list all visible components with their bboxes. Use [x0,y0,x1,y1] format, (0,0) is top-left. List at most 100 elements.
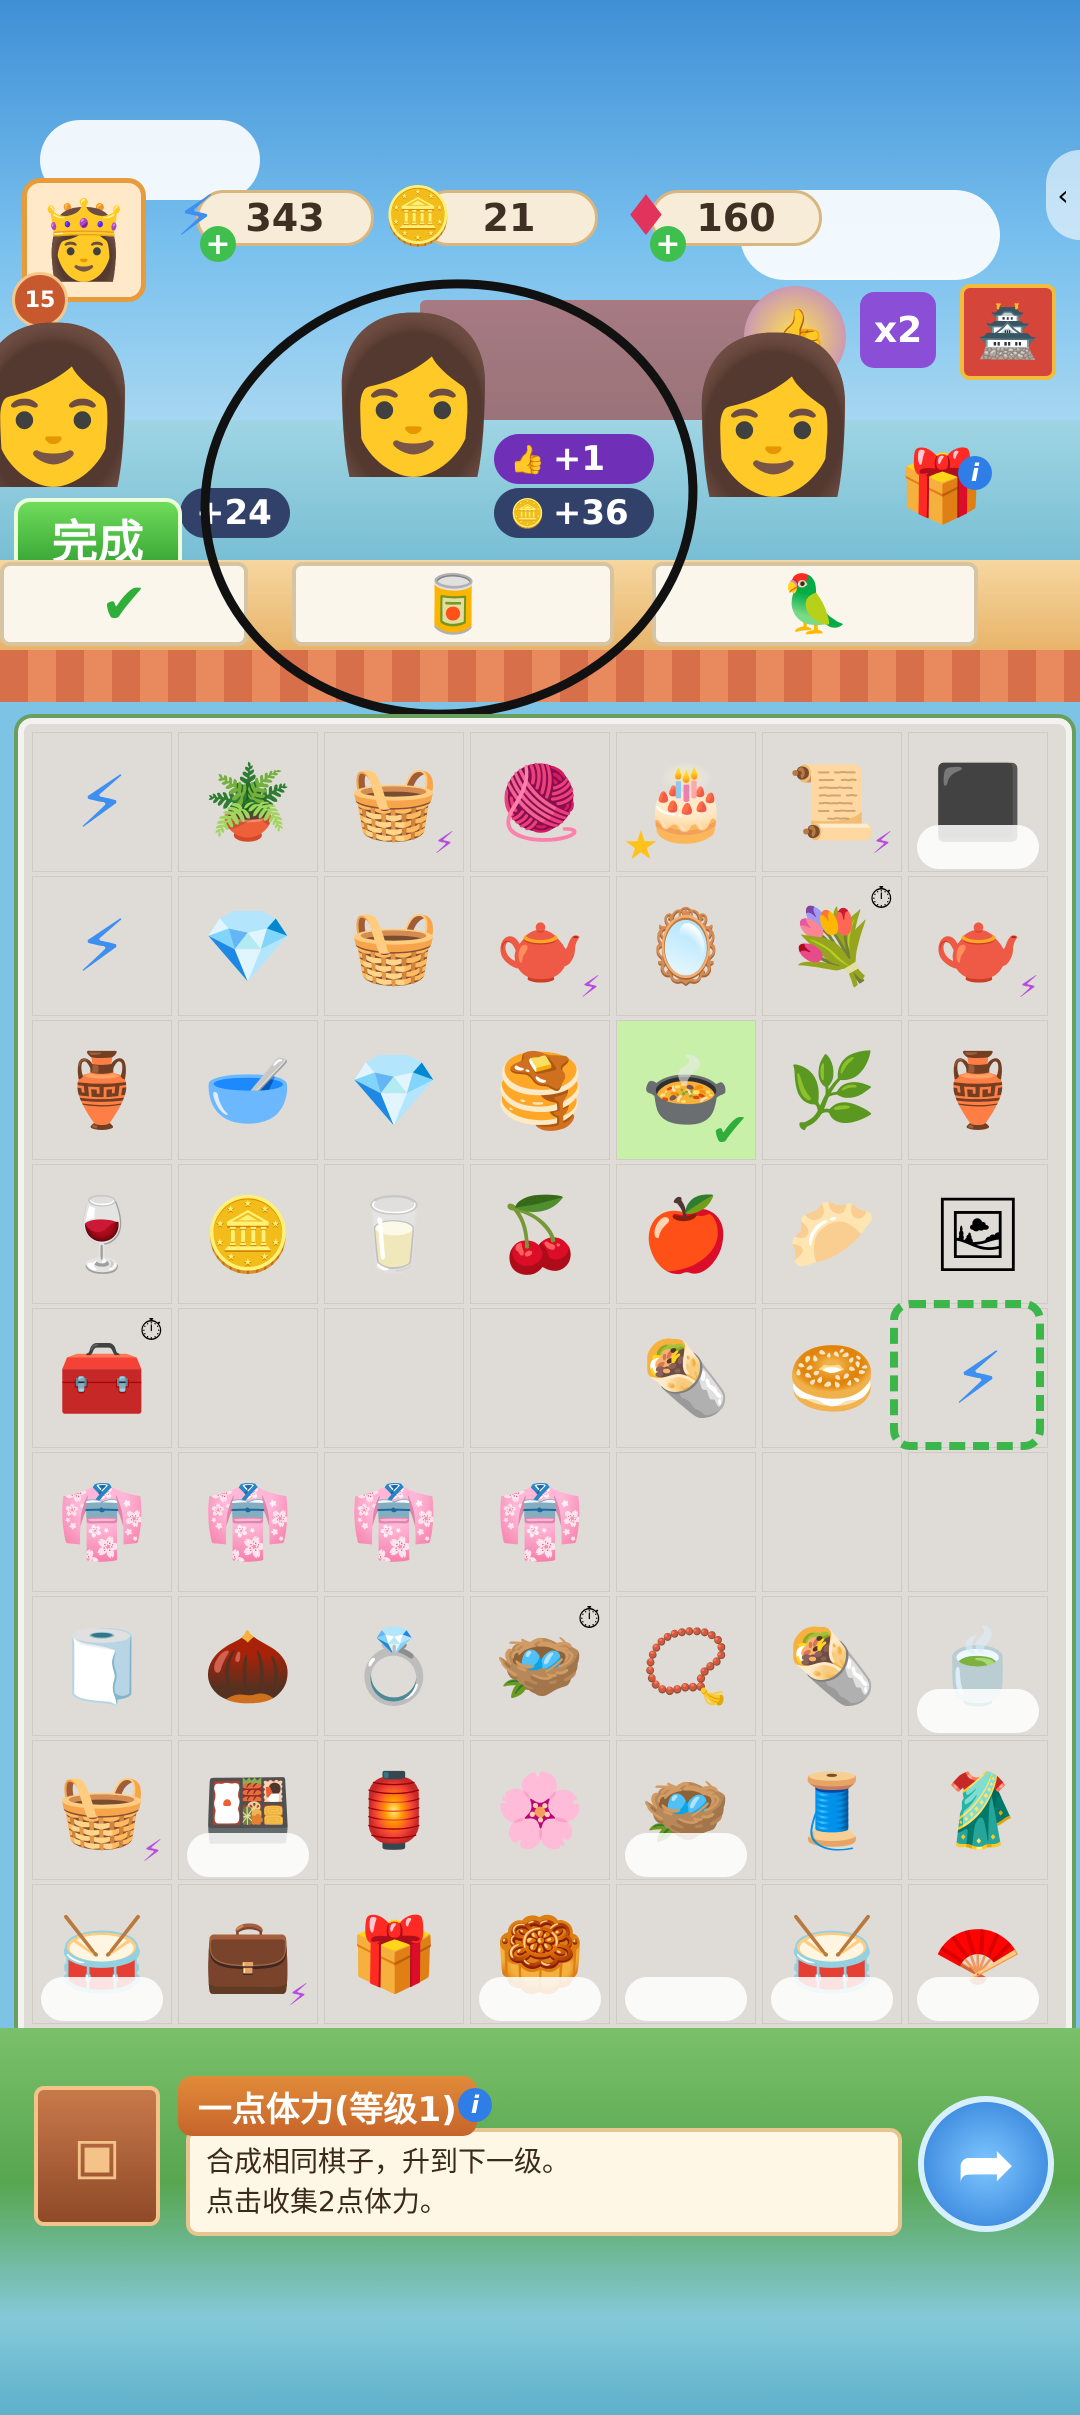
folded-cloth-icon: 🧻 [57,1623,147,1708]
tea-set-icon: 🫖 [495,903,585,988]
palace-shop-icon[interactable]: 🏯 [960,284,1056,380]
robe-green-icon: 👘 [349,1479,439,1564]
board-cell[interactable]: 🌿 [762,1020,902,1160]
board-cell[interactable]: 🥁 [762,1884,902,2024]
info-line-1: 合成相同棋子，升到下一级。 [206,2145,571,2178]
board-cell[interactable]: 💐 ⏱ [762,876,902,1016]
board-cell[interactable]: 🪺 ⏱ [470,1596,610,1736]
board-cell[interactable] [908,1452,1048,1592]
board-cell[interactable]: 🧺 ⚡ [324,732,464,872]
left-order-tray[interactable]: ✔ [0,562,248,646]
board-cell[interactable]: 🪞 [616,876,756,1016]
board-cell[interactable]: 🏺 [32,1020,172,1160]
timer-icon: ⏱ [577,1601,601,1636]
board-cell[interactable]: 🥛 [324,1164,464,1304]
board-cell[interactable]: 📿 [616,1596,756,1736]
board-cell[interactable]: 🥯 [762,1308,902,1448]
board-cell[interactable]: 🪙 [178,1164,318,1304]
board-cell[interactable]: 🥮 [470,1884,610,2024]
board-cell[interactable]: 🎂 ★ [616,732,756,872]
board-cell[interactable] [324,1308,464,1448]
share-arrow-button[interactable]: ➦ [918,2096,1054,2232]
board-cell[interactable]: 🍎 [616,1164,756,1304]
board-cell[interactable]: 🧻 [32,1596,172,1736]
thread-spool-icon: 🧶 [495,759,585,844]
board-cell[interactable]: 🪺 [616,1740,756,1880]
board-cell[interactable]: 🌰 [178,1596,318,1736]
pancake-icon: 🥞 [495,1047,585,1132]
board-cell[interactable] [616,1452,756,1592]
board-cell[interactable] [616,1884,756,2024]
board-cell[interactable]: 🏮 [324,1740,464,1880]
board-cell[interactable]: 💎 [324,1020,464,1160]
flower-bowl-icon: 💐 [787,903,877,988]
board-cell[interactable]: 🧰 ⏱ [32,1308,172,1448]
board-cell[interactable]: 👘 [178,1452,318,1592]
board-cell[interactable]: 🪴 [178,732,318,872]
fog-overlay [187,1833,309,1877]
board-cell[interactable]: 💎 [178,876,318,1016]
coin-icon: 🪙 [383,184,453,249]
woven-basket-icon: 🧺 [349,903,439,988]
red-robe-icon: 🥻 [933,1767,1023,1852]
parrot-icon: 🦜 [780,572,850,637]
red-date-icon: 🍒 [495,1191,585,1276]
customer-left: 👩 [0,318,147,492]
board-cell[interactable]: 🥻 [908,1740,1048,1880]
pink-gem-2-icon: 💎 [203,903,293,988]
right-order-tray[interactable]: 🦜 [652,562,978,646]
gift-info-icon[interactable]: i [958,456,992,490]
board-cell[interactable]: 🎁 [324,1884,464,2024]
gem-add-icon[interactable]: + [650,226,686,262]
board-cell[interactable]: 🪭 [908,1884,1048,2024]
board-cell[interactable]: 🍷 [32,1164,172,1304]
board-cell[interactable]: 🍒 [470,1164,610,1304]
board-cell[interactable]: 🧺 [324,876,464,1016]
board-cell[interactable] [178,1308,318,1448]
energy-add-icon[interactable]: + [200,226,236,262]
board-cell[interactable]: 🌯 [616,1308,756,1448]
board-cell[interactable]: 🍲 ✔ [616,1020,756,1160]
picnic-basket-icon: 🧺 [349,759,439,844]
board-cell[interactable]: 🥁 [32,1884,172,2024]
hand-mirror-icon: 🪞 [641,903,731,988]
board-cell[interactable]: 👘 [324,1452,464,1592]
board-cell[interactable]: 📜 ⚡ [762,732,902,872]
customer-right[interactable]: 👩 [680,340,867,490]
board-cell[interactable]: 🥞 [470,1020,610,1160]
veg-basket-icon: 🧺 [57,1767,147,1852]
board-cell[interactable] [762,1452,902,1592]
board-cell[interactable]: 🖼 [908,1164,1048,1304]
timer-icon: ⏱ [139,1313,163,1348]
board-cell[interactable]: 💍 [324,1596,464,1736]
item-info-icon[interactable]: i [458,2088,492,2122]
double-multiplier-button[interactable]: x2 [860,292,936,368]
board-cell[interactable]: 🫖 ⚡ [908,876,1048,1016]
energy-cost-icon: ⚡ [141,1834,163,1869]
board-cell[interactable]: 🥣 [178,1020,318,1160]
board-cell[interactable]: 👘 [470,1452,610,1592]
board-cell[interactable]: ⚡ [32,876,172,1016]
copper-coin-icon: 🪙 [203,1191,293,1276]
board-cell[interactable] [470,1308,610,1448]
board-cell[interactable]: 🧵 [762,1740,902,1880]
board-cell[interactable]: ⚡ [32,732,172,872]
item-info-title-text: 一点体力(等级1) [198,2089,457,2130]
board-cell[interactable]: 🍵 [908,1596,1048,1736]
board-cell[interactable]: 🌸 [470,1740,610,1880]
item-info-title: 一点体力(等级1) [178,2076,477,2136]
gift-box-icon: 🎁 [349,1911,439,1996]
fog-overlay [917,1689,1039,1733]
goblet-icon: 🍷 [57,1191,147,1276]
board-cell[interactable]: 💼 ⚡ [178,1884,318,2024]
board-cell[interactable]: 🌯 [762,1596,902,1736]
board-cell[interactable]: 🏺 [908,1020,1048,1160]
board-cell[interactable]: 👘 [32,1452,172,1592]
board-cell[interactable]: ⬛ [908,732,1048,872]
board-cell[interactable]: 🧺 ⚡ [32,1740,172,1880]
storage-cabinet-icon[interactable]: ▣ [34,2086,160,2226]
board-cell[interactable]: 🍱 [178,1740,318,1880]
board-cell[interactable]: 🧶 [470,732,610,872]
board-cell[interactable]: 🫖 ⚡ [470,876,610,1016]
board-cell[interactable]: 🥟 [762,1164,902,1304]
